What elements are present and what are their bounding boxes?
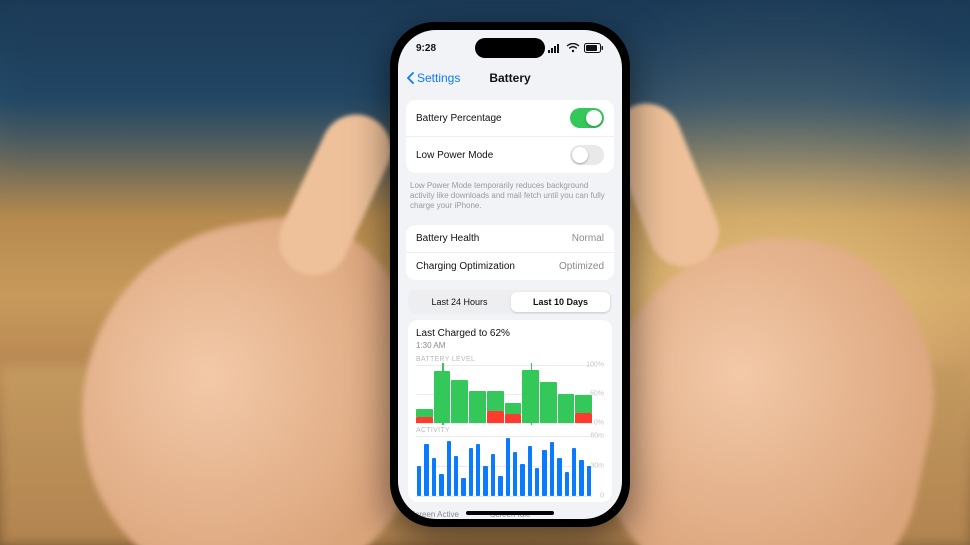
charging-label: Charging Optimization: [416, 261, 515, 272]
row-low-power-mode[interactable]: Low Power Mode: [406, 136, 614, 173]
last-charged-sub: 1:30 AM: [416, 341, 604, 350]
activity-col: [564, 436, 570, 496]
battery-percentage-label: Battery Percentage: [416, 113, 502, 124]
activity-col: [586, 436, 592, 496]
card-charts: Last Charged to 62% 1:30 AM Battery Leve…: [408, 320, 612, 502]
activity-col: [468, 436, 474, 496]
group-power: Battery Percentage Low Power Mode: [406, 100, 614, 173]
level-col: [505, 365, 522, 423]
battery-level-chart: 0%50%100%: [416, 365, 604, 423]
activity-col: [460, 436, 466, 496]
activity-col: [497, 436, 503, 496]
activity-col: [490, 436, 496, 496]
low-power-footnote: Low Power Mode temporarily reduces backg…: [398, 181, 622, 217]
activity-col: [549, 436, 555, 496]
row-battery-percentage[interactable]: Battery Percentage: [406, 100, 614, 136]
activity-label: Activity: [416, 427, 604, 434]
seg-10d[interactable]: Last 10 Days: [511, 292, 610, 312]
status-time: 9:28: [416, 43, 436, 54]
battery-icon: [584, 43, 604, 53]
activity-col: [512, 436, 518, 496]
signal-icon: [548, 43, 562, 53]
level-col: [434, 365, 451, 423]
activity-col: [431, 436, 437, 496]
battery-health-label: Battery Health: [416, 233, 479, 244]
nav-bar: Settings Battery: [398, 64, 622, 92]
activity-col: [416, 436, 422, 496]
activity-col: [438, 436, 444, 496]
segmented-control[interactable]: Last 24 Hours Last 10 Days: [408, 290, 612, 314]
group-health: Battery Health Normal Charging Optimizat…: [406, 225, 614, 280]
charging-value: Optimized: [559, 261, 604, 272]
level-col: [540, 365, 557, 423]
row-battery-health[interactable]: Battery Health Normal: [406, 225, 614, 252]
activity-col: [534, 436, 540, 496]
activity-col: [423, 436, 429, 496]
activity-col: [571, 436, 577, 496]
activity-col: [541, 436, 547, 496]
level-col: [575, 365, 592, 423]
screen: 9:28 Settings B: [398, 30, 622, 519]
activity-col: [446, 436, 452, 496]
activity-col: [556, 436, 562, 496]
iphone-frame: 9:28 Settings B: [390, 22, 630, 527]
activity-col: [527, 436, 533, 496]
page-title: Battery: [489, 71, 530, 85]
summary-screen-active: Screen Active 17h 37m: [410, 510, 466, 519]
activity-chart: 030m60m: [416, 436, 604, 496]
battery-level-label: Battery Level: [416, 356, 604, 363]
activity-col: [505, 436, 511, 496]
last-charged-title: Last Charged to 62%: [416, 328, 604, 339]
low-power-mode-label: Low Power Mode: [416, 150, 493, 161]
wifi-icon: [566, 43, 580, 53]
dynamic-island: [475, 38, 545, 58]
level-col: [558, 365, 575, 423]
level-col: [522, 365, 539, 423]
row-charging-optimization[interactable]: Charging Optimization Optimized: [406, 252, 614, 280]
screen-active-label: Screen Active: [410, 510, 466, 519]
low-power-mode-toggle[interactable]: [570, 145, 604, 165]
activity-col: [475, 436, 481, 496]
home-indicator[interactable]: [466, 511, 554, 515]
activity-col: [519, 436, 525, 496]
level-col: [416, 365, 433, 423]
chevron-left-icon: [406, 72, 414, 84]
battery-health-value: Normal: [572, 233, 604, 244]
battery-percentage-toggle[interactable]: [570, 108, 604, 128]
level-col: [451, 365, 468, 423]
level-col: [469, 365, 486, 423]
activity-col: [453, 436, 459, 496]
back-label: Settings: [417, 71, 460, 85]
activity-col: [482, 436, 488, 496]
level-col: [487, 365, 504, 423]
seg-24h[interactable]: Last 24 Hours: [410, 292, 509, 312]
activity-col: [578, 436, 584, 496]
back-button[interactable]: Settings: [406, 71, 460, 85]
